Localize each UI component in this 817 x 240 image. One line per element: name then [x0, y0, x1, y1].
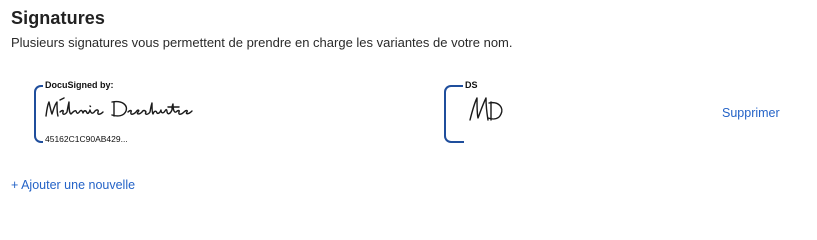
initials-label: DS — [463, 80, 480, 90]
section-description: Plusieurs signatures vous permettent de … — [11, 35, 513, 50]
section-title: Signatures — [11, 8, 106, 28]
delete-signature-button[interactable]: Supprimer — [722, 106, 780, 120]
envelope-id: 45162C1C90AB429... — [43, 134, 130, 144]
handwritten-signature — [45, 97, 193, 117]
handwritten-initials — [469, 97, 503, 121]
stamp-bracket — [444, 85, 464, 143]
docusigned-by-label: DocuSigned by: — [43, 80, 116, 90]
add-new-signature-button[interactable]: + Ajouter une nouvelle — [11, 178, 135, 192]
